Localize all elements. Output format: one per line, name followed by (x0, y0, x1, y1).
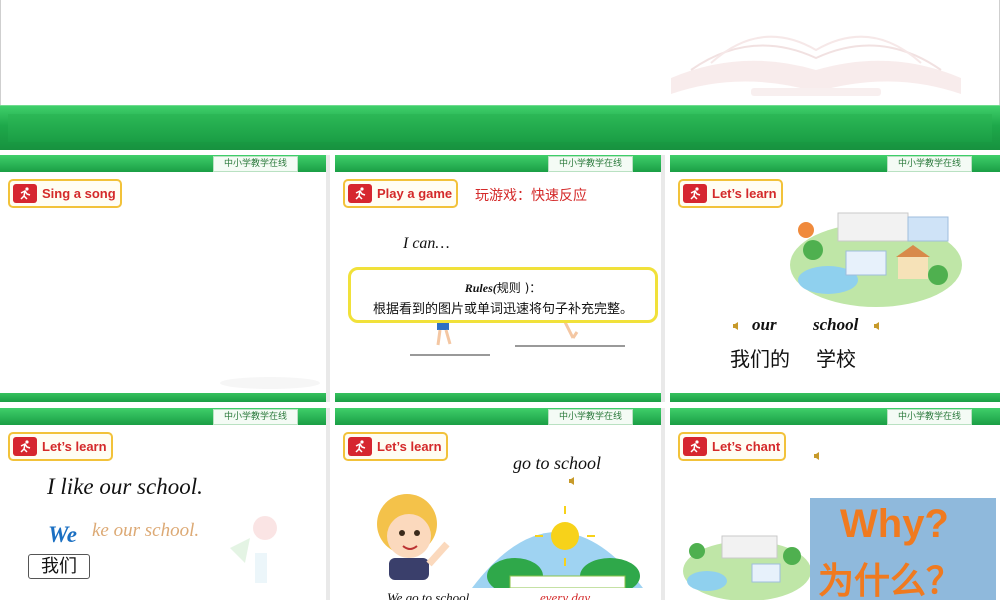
speaker-icon[interactable] (873, 321, 883, 331)
rules-box: Rules(规则 )： 根据看到的图片或单词迅速将句子补充完整。 (348, 267, 658, 323)
rules-title-cn: 规则 )： (496, 281, 542, 295)
watermark-tag: 中小学教学在线 (886, 409, 972, 425)
word-school-cn: 学校 (816, 347, 856, 371)
section-badge: Sing a song (8, 179, 122, 208)
science-decoration (220, 377, 320, 389)
example-sentence: I like our school. (47, 474, 203, 499)
phrase-go-to-school: go to school (513, 453, 601, 473)
word-our: our (752, 315, 777, 334)
school-illustration (790, 212, 962, 307)
section-badge: Let’s learn (343, 432, 448, 461)
slide-bottom-bar (0, 393, 326, 402)
slide-thumbnail-4[interactable]: 中小学教学在线 Let’s learn I like our school. W… (0, 408, 330, 600)
science-decoration (230, 516, 277, 583)
slide-thumbnail-6[interactable]: 中小学教学在线 Let’s chant Why? 为什么？ (670, 408, 1000, 600)
watermark-tag: 中小学教学在线 (547, 409, 633, 425)
badge-label: Let’s learn (42, 439, 107, 454)
slide-bottom-bar (335, 393, 661, 402)
word-our-cn: 我们的 (730, 347, 790, 371)
bottom-right-text: every day (540, 590, 591, 600)
game-subtitle: 玩游戏：快速反应 (475, 188, 587, 204)
runner-icon (348, 437, 372, 456)
boy-illustration (377, 494, 450, 580)
badge-label: Sing a song (42, 186, 116, 201)
section-divider-bar (0, 105, 1000, 150)
watermark-tag: 中小学教学在线 (212, 409, 298, 425)
sun-landscape-illustration (472, 506, 643, 588)
word-school: school (813, 315, 859, 334)
runner-icon (683, 184, 707, 203)
runner-icon (13, 184, 37, 203)
badge-label: Play a game (377, 186, 453, 201)
bottom-left-text: We go to school (387, 590, 470, 600)
we-word: We (48, 522, 77, 547)
slide-bottom-bar (670, 393, 1000, 402)
school-illustration (683, 535, 811, 600)
runner-icon (348, 184, 372, 203)
section-badge: Let’s learn (8, 432, 113, 461)
speaker-icon[interactable] (568, 476, 578, 486)
section-badge: Let’s learn (678, 179, 783, 208)
why-cn: 为什么？ (818, 561, 963, 600)
runner-icon (683, 437, 707, 456)
runner-icon (13, 437, 37, 456)
slide-thumbnail-1[interactable]: 中小学教学在线 Sing a song (0, 155, 330, 402)
slide-thumbnail-5[interactable]: 中小学教学在线 Let’s learn go to school We go t… (335, 408, 665, 600)
badge-label: Let’s learn (712, 186, 777, 201)
open-book-decoration (671, 35, 961, 96)
why-en: Why? (840, 502, 949, 546)
prompt-text: I can… (403, 235, 450, 252)
we-cn: 我们 (41, 556, 77, 577)
faded-sentence: ke our school. (92, 520, 200, 541)
watermark-tag: 中小学教学在线 (212, 156, 298, 172)
speaker-icon[interactable] (732, 321, 742, 331)
rules-text: 根据看到的图片或单词迅速将句子补充完整。 (372, 302, 633, 317)
slide-thumbnail-2[interactable]: 中小学教学在线 Play a game 玩游戏：快速反应 I can… Rule… (335, 155, 665, 402)
watermark-tag: 中小学教学在线 (547, 156, 633, 172)
we-cn-box: 我们 (28, 554, 90, 579)
badge-label: Let’s learn (377, 439, 442, 454)
section-badge: Play a game (343, 179, 459, 208)
section-badge: Let’s chant (678, 432, 787, 461)
why-panel: Why? 为什么？ (810, 498, 996, 600)
watermark-tag: 中小学教学在线 (886, 156, 972, 172)
speaker-icon[interactable] (813, 451, 823, 461)
rules-title: Rules( (464, 281, 497, 295)
slide-thumbnail-3[interactable]: 中小学教学在线 Let’s learn our school 我们的 学校 (670, 155, 1000, 402)
badge-label: Let’s chant (712, 439, 781, 454)
